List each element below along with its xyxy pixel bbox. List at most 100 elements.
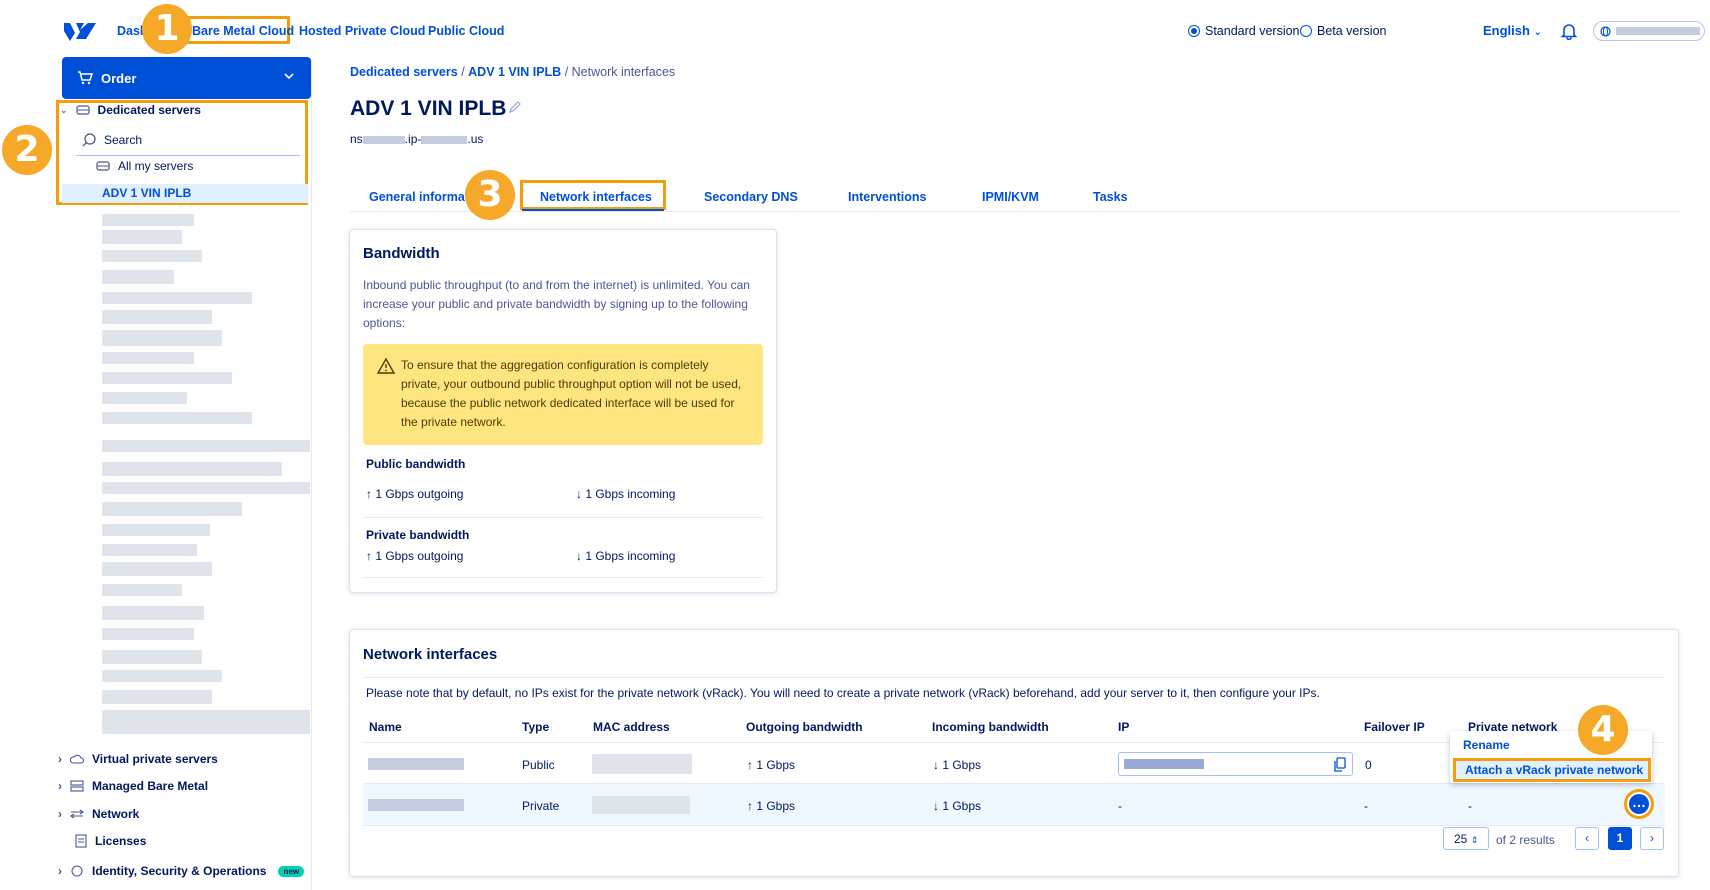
breadcrumb-server[interactable]: ADV 1 VIN IPLB: [468, 65, 561, 79]
public-bandwidth-outgoing: ↑ 1 Gbps outgoing: [366, 487, 463, 501]
hostname-suffix: .us: [467, 132, 484, 146]
value: 1 Gbps incoming: [585, 549, 676, 563]
ip-field[interactable]: [1118, 752, 1353, 776]
page-button-current[interactable]: 1: [1608, 827, 1632, 850]
order-button[interactable]: Order: [62, 57, 311, 99]
breadcrumb-current: Network interfaces: [571, 65, 676, 79]
redacted-ip: [1124, 759, 1204, 769]
active-tab-indicator: [522, 209, 664, 211]
edit-icon[interactable]: [508, 100, 522, 114]
breadcrumb: Dedicated servers / ADV 1 VIN IPLB / Net…: [350, 65, 675, 79]
server-icon: [75, 105, 90, 115]
sidebar-item-network[interactable]: › Network: [58, 807, 139, 821]
radio-label: Beta version: [1317, 24, 1387, 38]
step-badge-3: 3: [465, 170, 515, 220]
bandwidth-intro: Inbound public throughput (to and from t…: [363, 278, 750, 330]
radio-selected-icon: [1188, 25, 1200, 37]
col-incoming: Incoming bandwidth: [932, 720, 1049, 734]
sidebar-item-managed-bare-metal[interactable]: › Managed Bare Metal: [58, 779, 208, 793]
network-interfaces-title: Network interfaces: [363, 646, 498, 663]
page-size-select[interactable]: 25 ⇕: [1443, 827, 1489, 850]
arrow-up-icon: ↑: [366, 487, 372, 501]
nav-bare-metal-cloud[interactable]: Bare Metal Cloud: [192, 24, 294, 38]
previous-page-button[interactable]: ‹: [1575, 827, 1599, 850]
row-actions-button[interactable]: …: [1624, 789, 1654, 819]
sidebar-item-label: Network: [92, 807, 140, 821]
search-icon: [82, 133, 96, 147]
sidebar-item-vps[interactable]: › Virtual private servers: [58, 752, 218, 766]
public-bandwidth-incoming: ↓ 1 Gbps incoming: [576, 487, 675, 501]
col-type: Type: [522, 720, 550, 734]
next-page-button[interactable]: ›: [1640, 827, 1664, 850]
col-mac: MAC address: [593, 720, 670, 734]
arrow-down-icon: ↓: [933, 799, 939, 813]
bandwidth-title: Bandwidth: [363, 245, 440, 262]
redacted-mac: [592, 754, 692, 774]
sidebar-item-label: Licenses: [95, 834, 147, 848]
tab-interventions[interactable]: Interventions: [848, 190, 927, 204]
step-badge-4: 4: [1578, 705, 1628, 755]
sidebar-item-dedicated-servers[interactable]: ⌄ Dedicated servers: [60, 103, 201, 117]
chevron-right-icon: ›: [1650, 831, 1654, 845]
menu-item-rename[interactable]: Rename: [1463, 738, 1510, 752]
redacted-name: [368, 758, 464, 770]
rack-icon: [70, 780, 84, 792]
radio-label: Standard version: [1205, 24, 1300, 38]
sidebar-item-label: Identity, Security & Operations: [92, 864, 267, 878]
redacted-name: [368, 799, 464, 811]
private-bandwidth-label: Private bandwidth: [366, 528, 470, 542]
radio-standard-version[interactable]: Standard version: [1188, 24, 1300, 38]
row-outgoing: ↑ 1 Gbps: [747, 758, 795, 772]
bell-icon[interactable]: [1560, 22, 1578, 40]
divider: [363, 517, 763, 518]
warning-message: To ensure that the aggregation configura…: [363, 344, 763, 445]
copy-icon[interactable]: [1333, 757, 1346, 772]
chevron-down-icon: ⌄: [1533, 27, 1542, 38]
tab-secondary-dns[interactable]: Secondary DNS: [704, 190, 798, 204]
public-bandwidth-label: Public bandwidth: [366, 457, 466, 471]
value: 1 Gbps incoming: [585, 487, 676, 501]
tab-tasks[interactable]: Tasks: [1093, 190, 1128, 204]
menu-item-attach-vrack[interactable]: Attach a vRack private network: [1453, 758, 1651, 782]
arrow-down-icon: ↓: [576, 487, 582, 501]
hostname-prefix: ns: [350, 132, 363, 146]
sidebar-item-label: Virtual private servers: [92, 752, 218, 766]
cart-icon: [78, 71, 93, 85]
license-icon: [75, 834, 87, 848]
warning-icon: [377, 358, 395, 374]
sidebar-item-label: All my servers: [118, 159, 194, 173]
sidebar-search[interactable]: Search: [82, 133, 142, 147]
search-placeholder: Search: [104, 133, 143, 147]
sidebar-item-active-server[interactable]: ADV 1 VIN IPLB: [62, 184, 308, 203]
sidebar-item-licenses[interactable]: Licenses: [75, 834, 146, 848]
sidebar-item-all-servers[interactable]: All my servers: [96, 159, 193, 173]
radio-beta-version[interactable]: Beta version: [1300, 24, 1386, 38]
step-highlight-network-tab: [520, 180, 666, 210]
arrow-down-icon: ↓: [933, 758, 939, 772]
language-selector[interactable]: English ⌄: [1483, 23, 1542, 38]
page-title: ADV 1 VIN IPLB: [350, 97, 507, 120]
page-size-value: 25: [1454, 832, 1468, 846]
globe-icon: [1600, 26, 1611, 37]
chevron-up-down-icon: ⇕: [1470, 835, 1479, 845]
nav-hosted-private-cloud[interactable]: Hosted Private Cloud: [299, 24, 425, 38]
value: 1 Gbps: [756, 758, 796, 772]
value: 1 Gbps outgoing: [375, 549, 464, 563]
redacted: [362, 135, 405, 144]
nav-public-cloud[interactable]: Public Cloud: [428, 24, 504, 38]
new-badge: new: [278, 865, 305, 877]
language-label: English: [1483, 23, 1530, 38]
arrow-down-icon: ↓: [576, 549, 582, 563]
chevron-right-icon: ›: [58, 864, 62, 878]
divider: [363, 577, 763, 578]
cloud-icon: [70, 754, 84, 764]
sidebar-item-identity-security[interactable]: › Identity, Security & Operations new: [58, 864, 305, 878]
breadcrumb-separator: /: [564, 65, 572, 79]
ovhcloud-logo[interactable]: [62, 19, 98, 43]
account-menu[interactable]: [1593, 21, 1705, 41]
breadcrumb-dedicated-servers[interactable]: Dedicated servers: [350, 65, 458, 79]
search-underline: [76, 155, 300, 156]
row-type: Private: [522, 799, 560, 813]
value: 1 Gbps: [942, 758, 982, 772]
tab-ipmi-kvm[interactable]: IPMI/KVM: [982, 190, 1039, 204]
